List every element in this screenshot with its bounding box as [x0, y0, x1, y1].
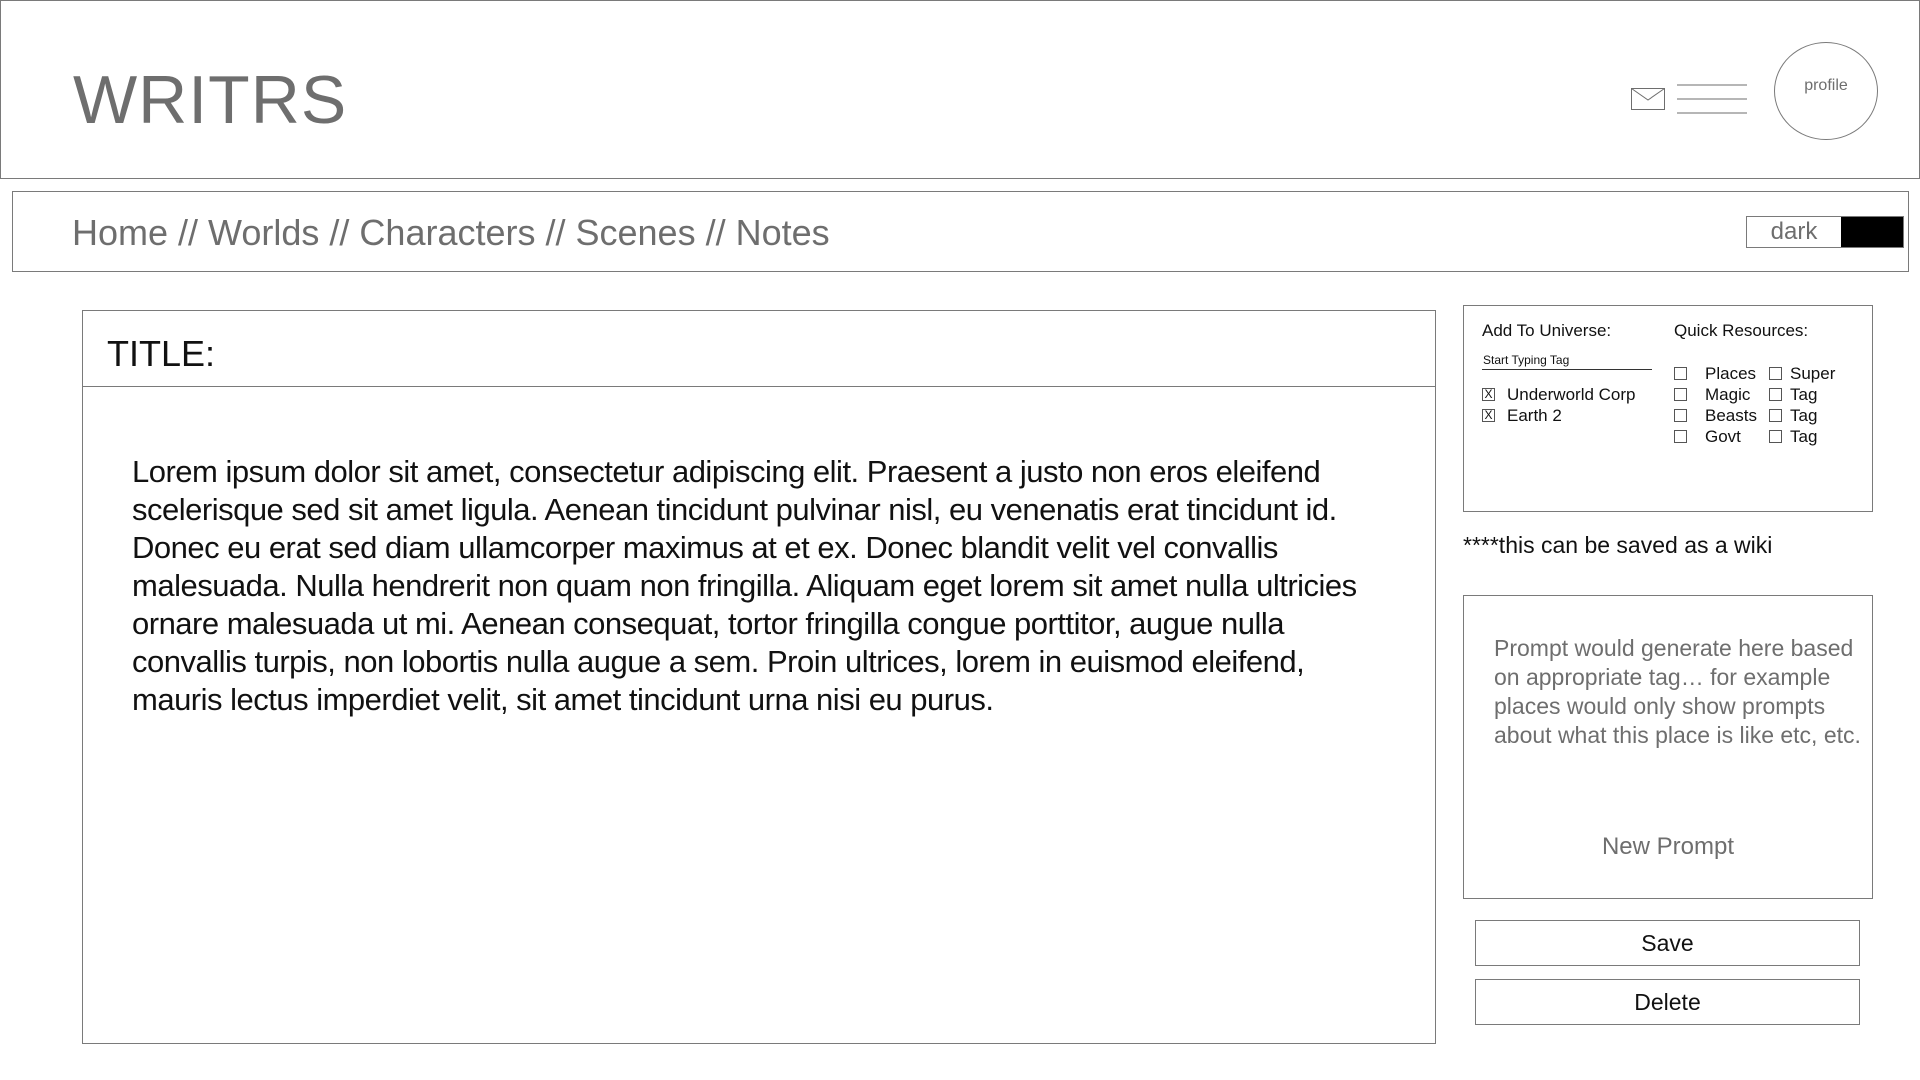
note-body-text[interactable]: Lorem ipsum dolor sit amet, consectetur …	[83, 387, 1435, 719]
universe-item-label: Underworld Corp	[1507, 384, 1636, 404]
note-editor: TITLE: Lorem ipsum dolor sit amet, conse…	[82, 310, 1436, 1044]
nav-bar: Home//Worlds//Characters//Scenes//Notes …	[12, 191, 1909, 272]
nav-link-worlds[interactable]: Worlds	[208, 212, 319, 253]
checkbox[interactable]: X	[1482, 409, 1495, 422]
checkbox[interactable]	[1769, 409, 1782, 422]
resource-label: Tag	[1790, 405, 1818, 425]
universe-list: X Underworld Corp X Earth 2	[1482, 384, 1654, 426]
prompt-panel: Prompt would generate here based on appr…	[1463, 595, 1873, 899]
tag-panel: Add To Universe: X Underworld Corp X Ear…	[1463, 305, 1873, 512]
universe-heading: Add To Universe:	[1482, 321, 1612, 340]
resource-label: Places	[1705, 363, 1757, 383]
dark-mode-toggle[interactable]: dark	[1746, 216, 1904, 248]
hamburger-menu-icon[interactable]	[1677, 83, 1747, 115]
resource-item[interactable]: Tag	[1769, 384, 1864, 405]
nav-separator: //	[705, 212, 726, 253]
resources-heading: Quick Resources:	[1674, 321, 1809, 340]
universe-section: Add To Universe: X Underworld Corp X Ear…	[1482, 321, 1654, 426]
resource-item[interactable]: Tag	[1769, 405, 1864, 426]
resource-label: Magic	[1705, 384, 1751, 404]
resource-item[interactable]: Beasts	[1674, 405, 1769, 426]
nav-link-scenes[interactable]: Scenes	[576, 212, 696, 253]
resource-label: Tag	[1790, 426, 1818, 446]
resource-item[interactable]: Tag	[1769, 426, 1864, 447]
checkbox[interactable]	[1674, 388, 1687, 401]
dark-mode-swatch[interactable]	[1841, 217, 1903, 247]
nav-separator: //	[329, 212, 350, 253]
app-header: WRITRS profile	[0, 0, 1920, 179]
resources-column: Places Magic Beasts Govt	[1674, 363, 1769, 447]
resource-item[interactable]: Places	[1674, 363, 1769, 384]
resources-grid: Places Magic Beasts Govt Super Tag Tag T…	[1674, 363, 1864, 447]
nav-separator: //	[178, 212, 199, 253]
wiki-note: ****this can be saved as a wiki	[1463, 532, 1773, 558]
mail-icon[interactable]	[1631, 88, 1665, 110]
resource-item[interactable]: Super	[1769, 363, 1864, 384]
delete-button[interactable]: Delete	[1475, 979, 1860, 1025]
nav-link-notes[interactable]: Notes	[736, 212, 830, 253]
universe-item-label: Earth 2	[1507, 405, 1562, 425]
resource-item[interactable]: Govt	[1674, 426, 1769, 447]
resource-label: Beasts	[1705, 405, 1757, 425]
title-label: TITLE:	[107, 333, 216, 374]
checkbox[interactable]	[1674, 367, 1687, 380]
app-logo[interactable]: WRITRS	[73, 61, 347, 139]
nav-separator: //	[545, 212, 566, 253]
resource-label: Govt	[1705, 426, 1741, 446]
dark-mode-label: dark	[1770, 218, 1818, 245]
resource-label: Tag	[1790, 384, 1818, 404]
new-prompt-button[interactable]: New Prompt	[1464, 833, 1872, 861]
checkbox[interactable]	[1674, 409, 1687, 422]
profile-avatar[interactable]: profile	[1774, 42, 1878, 140]
resource-label: Super	[1790, 363, 1836, 383]
universe-item[interactable]: X Earth 2	[1482, 405, 1654, 426]
resource-item[interactable]: Magic	[1674, 384, 1769, 405]
checkbox[interactable]	[1769, 367, 1782, 380]
prompt-text: Prompt would generate here based on appr…	[1494, 635, 1861, 748]
tag-search-input[interactable]	[1482, 353, 1652, 370]
checkbox[interactable]	[1769, 388, 1782, 401]
breadcrumb: Home//Worlds//Characters//Scenes//Notes	[72, 212, 830, 254]
checkbox[interactable]	[1769, 430, 1782, 443]
save-button[interactable]: Save	[1475, 920, 1860, 966]
checkbox[interactable]	[1674, 430, 1687, 443]
nav-link-characters[interactable]: Characters	[359, 212, 535, 253]
resources-column: Super Tag Tag Tag	[1769, 363, 1864, 447]
checkbox[interactable]: X	[1482, 388, 1495, 401]
universe-item[interactable]: X Underworld Corp	[1482, 384, 1654, 405]
title-field[interactable]: TITLE:	[83, 311, 1435, 387]
nav-link-home[interactable]: Home	[72, 212, 168, 253]
resources-section: Quick Resources: Places Magic Beasts Gov…	[1674, 321, 1864, 447]
